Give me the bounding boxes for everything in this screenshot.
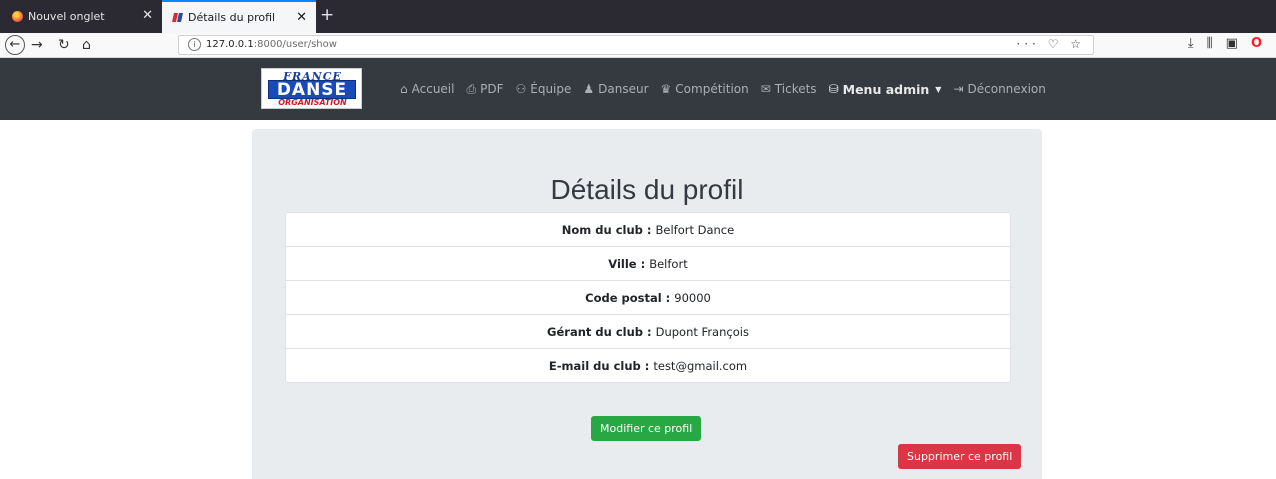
- delete-profile-button[interactable]: Supprimer ce profil: [898, 444, 1022, 469]
- reload-icon[interactable]: ↻: [58, 33, 70, 57]
- site-navbar: FRANCE DANSE ORGANISATION ⌂ Accueil ⎙ PD…: [0, 58, 1276, 120]
- caret-down-icon: ▼: [935, 84, 942, 94]
- tab-title: Détails du profil: [188, 11, 276, 24]
- list-item-manager: Gérant du club : Dupont François: [286, 315, 1010, 349]
- url-text[interactable]: 127.0.0.1:8000/user/show: [206, 39, 337, 50]
- edit-profile-button[interactable]: Modifier ce profil: [591, 416, 702, 441]
- browser-tab-new[interactable]: Nouvel onglet ✕: [0, 0, 162, 33]
- nav-equipe[interactable]: ⚇ Équipe: [515, 82, 571, 96]
- info-icon[interactable]: i: [188, 38, 201, 51]
- nav-menu-admin[interactable]: ⛁ Menu admin ▼: [829, 82, 942, 97]
- forward-arrow-icon[interactable]: →: [31, 33, 43, 57]
- page-title: Détails du profil: [550, 174, 744, 205]
- home-icon: ⌂: [400, 82, 408, 96]
- profile-details-list: Nom du club : Belfort Dance Ville : Belf…: [285, 212, 1011, 383]
- nav-tickets[interactable]: ✉ Tickets: [761, 82, 817, 96]
- new-tab-icon[interactable]: +: [320, 5, 334, 25]
- tab-title: Nouvel onglet: [28, 10, 105, 23]
- admin-icon: ⛁: [828, 82, 839, 96]
- sidebar-icon[interactable]: ▣: [1226, 36, 1238, 51]
- browser-toolbar: ← → ↻ ⌂ i 127.0.0.1:8000/user/show ··· ♡…: [0, 33, 1276, 58]
- team-icon: ⚇: [515, 82, 527, 96]
- list-item-postal-code: Code postal : 90000: [286, 281, 1010, 315]
- envelope-icon: ✉: [760, 82, 771, 96]
- download-icon[interactable]: ⤓: [1188, 36, 1194, 51]
- site-logo[interactable]: FRANCE DANSE ORGANISATION: [261, 68, 362, 109]
- nav-danseur[interactable]: ♟ Danseur: [583, 82, 648, 96]
- nav-pdf[interactable]: ⎙ PDF: [466, 82, 503, 97]
- dancer-icon: ♟: [583, 82, 595, 96]
- nav-competition[interactable]: ♛ Compétition: [661, 82, 749, 96]
- profile-panel: Détails du profil Nom du club : Belfort …: [252, 129, 1042, 479]
- library-icon[interactable]: ⫼: [1207, 36, 1213, 51]
- print-icon: ⎙: [466, 81, 477, 96]
- browser-tools: ⤓ ⫼ ▣ O: [1188, 36, 1262, 51]
- list-item-club-name: Nom du club : Belfort Dance: [286, 213, 1010, 247]
- nav-deconnexion[interactable]: ⇥ Déconnexion: [953, 82, 1045, 96]
- home-icon[interactable]: ⌂: [82, 33, 91, 57]
- browser-tab-bar: Nouvel onglet ✕ Détails du profil ✕ +: [0, 0, 1276, 33]
- site-favicon-icon: [172, 12, 183, 23]
- firefox-icon: [12, 11, 23, 22]
- back-arrow-icon[interactable]: ←: [5, 35, 25, 55]
- url-bar[interactable]: i 127.0.0.1:8000/user/show ··· ♡ ☆: [178, 35, 1094, 55]
- page-actions-icon[interactable]: ··· ♡ ☆: [1016, 37, 1085, 51]
- opera-icon[interactable]: O: [1251, 36, 1262, 51]
- nav-accueil[interactable]: ⌂ Accueil: [400, 82, 454, 96]
- list-item-city: Ville : Belfort: [286, 247, 1010, 281]
- list-item-email: E-mail du club : test@gmail.com: [548, 358, 748, 373]
- main-menu: ⌂ Accueil ⎙ PDF ⚇ Équipe ♟ Danseur ♛ Com…: [400, 58, 1058, 120]
- close-tab-icon[interactable]: ✕: [296, 10, 307, 25]
- trophy-icon: ♛: [660, 82, 672, 96]
- close-tab-icon[interactable]: ✕: [142, 8, 153, 23]
- browser-tab-profile[interactable]: Détails du profil ✕: [162, 0, 316, 33]
- logout-icon: ⇥: [953, 82, 964, 96]
